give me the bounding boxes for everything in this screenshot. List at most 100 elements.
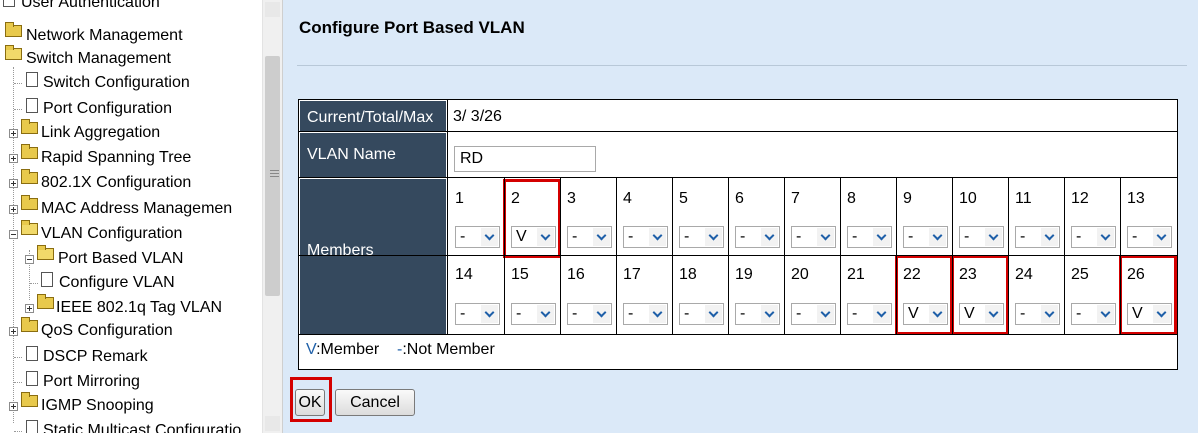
not-member-legend-text: :Not Member [402, 341, 495, 358]
port-1-member-select[interactable]: - [455, 226, 500, 248]
collapse-icon[interactable] [25, 255, 34, 264]
chevron-down-icon[interactable] [1041, 228, 1058, 246]
port-24-member-select[interactable]: - [1015, 303, 1060, 325]
chevron-down-icon[interactable] [929, 228, 946, 246]
grid-line [784, 178, 785, 335]
port-5-member-select[interactable]: - [679, 226, 724, 248]
chevron-down-icon[interactable] [873, 228, 890, 246]
chevron-down-icon[interactable] [985, 305, 1002, 323]
tree-branch-line [14, 357, 22, 358]
chevron-down-icon[interactable] [873, 305, 890, 323]
port-20-member-select[interactable]: - [791, 303, 836, 325]
port-26-member-select[interactable]: V [1127, 303, 1172, 325]
ok-button[interactable]: OK [295, 389, 325, 416]
folder-icon [21, 392, 38, 407]
expand-icon[interactable] [9, 402, 18, 411]
port-19-member-select[interactable]: - [735, 303, 780, 325]
expand-icon[interactable] [9, 154, 18, 163]
port-3-selected-value: - [572, 228, 578, 245]
port-22-member-select[interactable]: V [903, 303, 948, 325]
chevron-down-icon[interactable] [1097, 228, 1114, 246]
grid-line [560, 178, 561, 335]
port-16-member-select[interactable]: - [567, 303, 612, 325]
port-9-member-select[interactable]: - [903, 226, 948, 248]
vlan-config-table: Current/Total/Max 3/ 3/26 VLAN Name Memb… [298, 99, 1178, 370]
port-14-member-select[interactable]: - [455, 303, 500, 325]
cancel-button[interactable]: Cancel [335, 389, 415, 416]
port-12-member-select[interactable]: - [1071, 226, 1116, 248]
grip-line [270, 170, 279, 171]
chevron-down-icon[interactable] [649, 228, 666, 246]
port-number-23: 23 [959, 266, 977, 283]
expand-icon[interactable] [25, 304, 34, 313]
chevron-down-icon[interactable] [593, 305, 610, 323]
port-23-member-select[interactable]: V [959, 303, 1004, 325]
grid-line [447, 100, 448, 335]
port-17-member-select[interactable]: - [623, 303, 668, 325]
chevron-down-icon[interactable] [1097, 305, 1114, 323]
chevron-down-icon[interactable] [817, 305, 834, 323]
scrollbar-thumb[interactable] [265, 56, 280, 296]
expand-icon[interactable] [9, 179, 18, 188]
chevron-down-icon[interactable] [481, 305, 498, 323]
port-10-member-select[interactable]: - [959, 226, 1004, 248]
collapse-icon[interactable] [9, 230, 18, 239]
chevron-down-icon[interactable] [761, 305, 778, 323]
folder-icon [21, 119, 38, 134]
port-1-selected-value: - [460, 228, 466, 245]
chevron-down-icon[interactable] [537, 228, 554, 246]
port-6-member-select[interactable]: - [735, 226, 780, 248]
sidebar-scrollbar[interactable] [262, 0, 282, 433]
port-24-selected-value: - [1020, 305, 1026, 322]
chevron-down-icon[interactable] [593, 228, 610, 246]
navigation-sidebar: User Authentication Network Management S… [0, 0, 283, 433]
port-25-member-select[interactable]: - [1071, 303, 1116, 325]
chevron-down-icon[interactable] [761, 228, 778, 246]
tree-branch-line [14, 109, 22, 110]
port-8-member-select[interactable]: - [847, 226, 892, 248]
open-folder-icon [37, 245, 54, 260]
chevron-down-icon[interactable] [705, 228, 722, 246]
chevron-down-icon[interactable] [537, 305, 554, 323]
page-icon [26, 98, 38, 113]
port-22-selected-value: V [908, 305, 919, 322]
port-21-selected-value: - [852, 305, 858, 322]
port-18-member-select[interactable]: - [679, 303, 724, 325]
port-17-selected-value: - [628, 305, 634, 322]
chevron-down-icon[interactable] [985, 228, 1002, 246]
port-11-selected-value: - [1020, 228, 1026, 245]
port-13-member-select[interactable]: - [1127, 226, 1172, 248]
chevron-down-icon[interactable] [649, 305, 666, 323]
folder-icon [21, 144, 38, 159]
tree-branch-line [14, 382, 22, 383]
port-3-member-select[interactable]: - [567, 226, 612, 248]
expand-icon[interactable] [9, 129, 18, 138]
port-11-member-select[interactable]: - [1015, 226, 1060, 248]
chevron-down-icon[interactable] [1041, 305, 1058, 323]
expand-icon[interactable] [9, 327, 18, 336]
port-16-selected-value: - [572, 305, 578, 322]
chevron-down-icon[interactable] [1153, 228, 1170, 246]
port-number-12: 12 [1071, 190, 1089, 207]
port-15-member-select[interactable]: - [511, 303, 556, 325]
page-title: Configure Port Based VLAN [299, 18, 525, 37]
port-7-member-select[interactable]: - [791, 226, 836, 248]
port-4-member-select[interactable]: - [623, 226, 668, 248]
port-2-member-select[interactable]: V [511, 226, 556, 248]
chevron-down-icon[interactable] [929, 305, 946, 323]
grid-line [952, 178, 953, 335]
port-20-selected-value: - [796, 305, 802, 322]
chevron-down-icon[interactable] [705, 305, 722, 323]
vlan-name-input[interactable] [454, 146, 596, 172]
port-21-member-select[interactable]: - [847, 303, 892, 325]
port-number-10: 10 [959, 190, 977, 207]
port-23-selected-value: V [964, 305, 975, 322]
port-6-selected-value: - [740, 228, 746, 245]
scroll-up-icon[interactable] [265, 2, 280, 17]
chevron-down-icon[interactable] [481, 228, 498, 246]
grid-line [1064, 178, 1065, 335]
scroll-down-icon[interactable] [265, 416, 280, 431]
chevron-down-icon[interactable] [1153, 305, 1170, 323]
expand-icon[interactable] [9, 205, 18, 214]
chevron-down-icon[interactable] [817, 228, 834, 246]
